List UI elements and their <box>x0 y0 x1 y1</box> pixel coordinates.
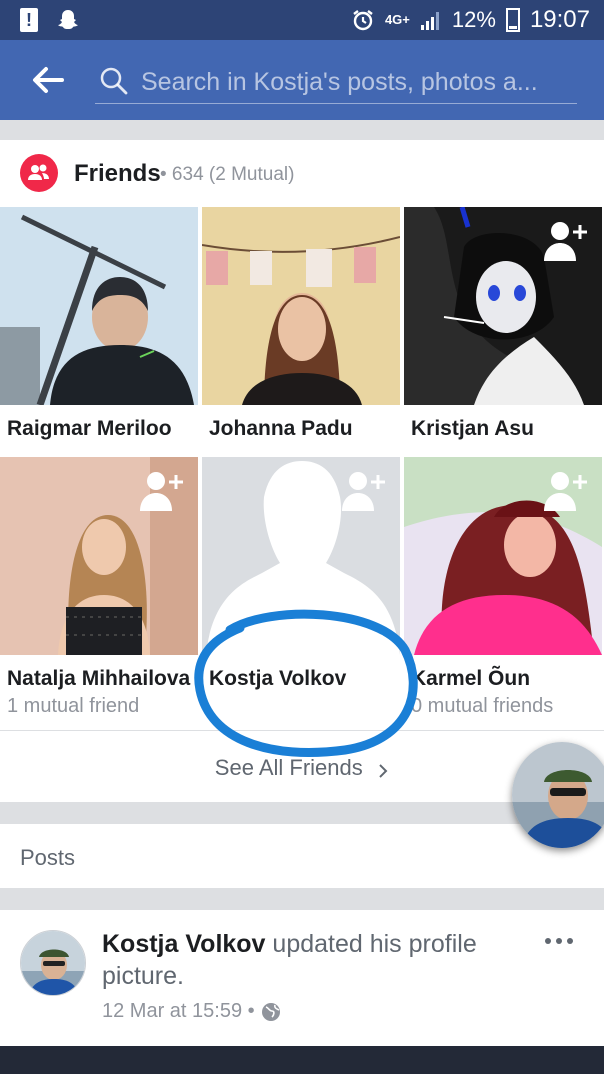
snapchat-icon <box>58 10 78 29</box>
add-friend-icon[interactable] <box>542 469 590 513</box>
chat-head[interactable] <box>512 742 604 848</box>
post-author[interactable]: Kostja Volkov <box>102 930 265 958</box>
mutual-friends-count: 0 mutual friends <box>411 695 554 717</box>
avatar[interactable] <box>20 930 86 996</box>
more-options-icon[interactable] <box>544 934 574 948</box>
friend-name[interactable]: Raigmar Meriloo <box>7 417 172 441</box>
posts-section-header: Posts <box>0 824 604 888</box>
friends-header[interactable]: Friends • 634 (2 Mutual) <box>0 140 604 207</box>
signal-icon <box>420 12 439 30</box>
alert-notification-icon: ! <box>20 8 38 32</box>
battery-percent: 12% <box>451 7 496 32</box>
post-meta: 12 Mar at 15:59 • <box>102 1000 281 1023</box>
search-bar[interactable] <box>95 64 577 104</box>
back-arrow-icon[interactable] <box>28 62 68 98</box>
bottom-bar <box>0 1046 604 1074</box>
friend-name[interactable]: Kristjan Asu <box>411 417 534 441</box>
battery-icon <box>505 8 520 32</box>
posts-title: Posts <box>20 845 76 870</box>
globe-icon <box>261 1002 280 1021</box>
friend-name[interactable]: Johanna Padu <box>209 417 353 441</box>
add-friend-icon[interactable] <box>138 469 186 513</box>
add-friend-icon[interactable] <box>340 469 388 513</box>
friend-name[interactable]: Natalja Mihhailova <box>7 667 190 691</box>
top-nav-bar <box>0 40 604 120</box>
friend-photo[interactable] <box>202 207 400 405</box>
post-timestamp[interactable]: 12 Mar at 15:59 • <box>102 1000 255 1023</box>
friends-icon <box>20 154 58 192</box>
network-type: 4G+ <box>384 12 410 27</box>
friend-photo[interactable] <box>0 207 198 405</box>
clock: 19:07 <box>529 6 590 33</box>
friends-count: • 634 (2 Mutual) <box>160 164 295 185</box>
search-icon <box>100 67 128 95</box>
post-text: Kostja Volkov updated his profile pictur… <box>102 928 522 992</box>
post: Kostja Volkov updated his profile pictur… <box>0 910 604 1046</box>
alarm-icon <box>353 10 373 31</box>
add-friend-icon[interactable] <box>542 219 590 263</box>
friends-title: Friends <box>74 160 161 187</box>
mutual-friends-count: 1 mutual friend <box>7 695 140 717</box>
annotation-circle <box>194 609 418 757</box>
status-bar: ! 4G+ 12% 19:07 <box>0 0 604 40</box>
chevron-right-icon <box>379 764 388 778</box>
search-input[interactable] <box>141 64 573 100</box>
